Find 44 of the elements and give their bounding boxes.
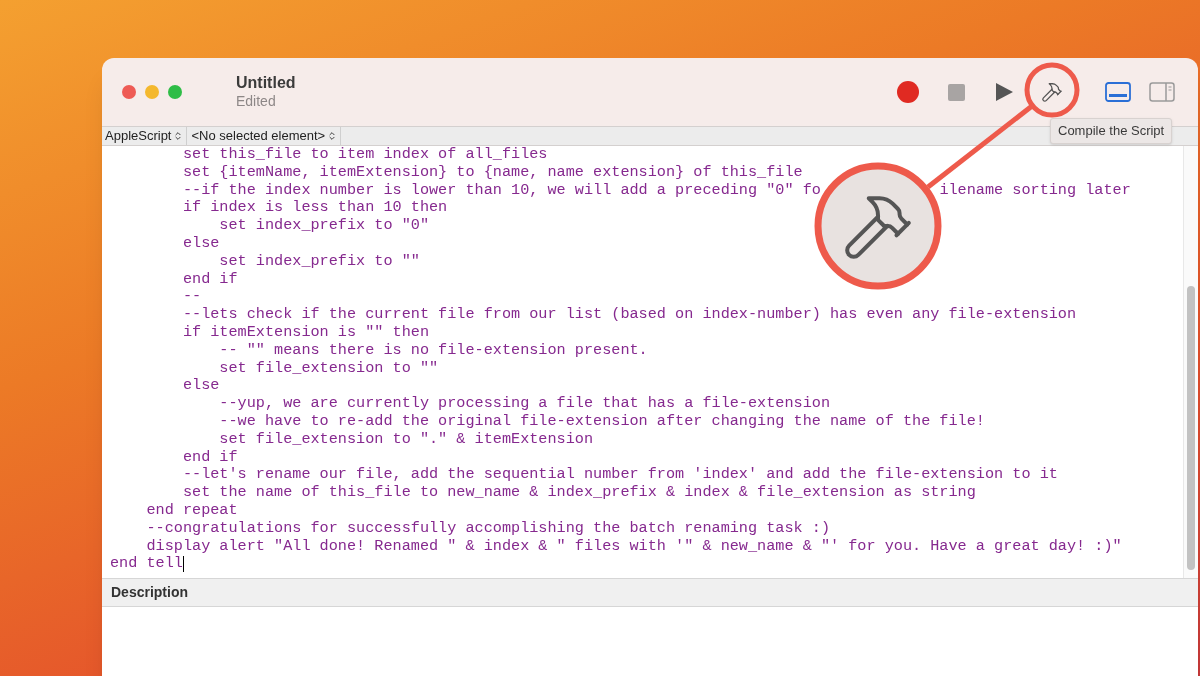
element-popup[interactable]: <No selected element> bbox=[187, 127, 342, 145]
window-subtitle: Edited bbox=[236, 93, 277, 111]
code-line: -- "" means there is no file-extension present. bbox=[218, 341, 648, 360]
code-line: --if the index number is lower than 10, we will add a preceding "0" fo bbox=[181, 181, 821, 200]
code-line: end repeat bbox=[145, 501, 238, 520]
code-line: --congratulations for successfully accomplishing the batch renaming task :) bbox=[145, 519, 830, 538]
code-line: else bbox=[181, 377, 220, 396]
code-line: end if bbox=[181, 448, 238, 467]
code-line: -- bbox=[181, 288, 202, 307]
code-line: else bbox=[181, 235, 220, 253]
code-line: end if bbox=[181, 270, 238, 289]
code-line: display alert "All done! Renamed " & index & " files with '" & new_name & "' for you. Have a great day! :)" bbox=[145, 537, 1122, 556]
code-line: set this_file to item index of all_files bbox=[181, 146, 548, 164]
up-down-chevron-icon bbox=[327, 131, 338, 141]
script-editor[interactable] bbox=[102, 146, 1198, 578]
code-line: set index_prefix to "" bbox=[218, 252, 420, 271]
code-line: set index_prefix to "0" bbox=[219, 217, 429, 235]
bottom-pane-icon bbox=[1105, 82, 1131, 102]
code-line: set {itemName, itemExtension} to {name, name extension} of this_file bbox=[181, 163, 803, 182]
side-pane-icon bbox=[1149, 82, 1175, 102]
language-popup[interactable]: AppleScript bbox=[102, 127, 188, 145]
stop-icon bbox=[947, 83, 965, 101]
code-line: --we have to re-add the original file-extension after changing the name of the file! bbox=[218, 412, 985, 431]
code-line: set file_extension to "" bbox=[219, 359, 439, 378]
up-down-chevron-icon bbox=[173, 131, 184, 141]
code-line: if itemExtension is "" then bbox=[181, 323, 429, 342]
code-line: set file_extension to "." & itemExtension bbox=[218, 430, 594, 449]
tooltip: Compile the Script bbox=[1050, 118, 1173, 144]
code-line: --yup, we are currently processing a file that has a file-extension bbox=[218, 395, 830, 413]
close-window-button[interactable] bbox=[122, 85, 136, 99]
code-line: --lets check if the current file from our list (based on index-number) has even any file-extension bbox=[181, 306, 1077, 324]
minimize-window-button[interactable] bbox=[145, 85, 159, 99]
play-icon bbox=[995, 83, 1013, 101]
scrollbar-thumb[interactable] bbox=[1187, 286, 1195, 570]
record-icon bbox=[897, 81, 919, 103]
code-line: set the name of this_file to new_name & index_prefix & index & file_extension as string bbox=[181, 484, 976, 502]
hammer-icon bbox=[1041, 81, 1063, 103]
description-header: Description bbox=[111, 583, 188, 602]
code-line: end tell bbox=[110, 555, 183, 574]
code-line: ilename sorting later bbox=[939, 181, 1131, 200]
code-line: if index is less than 10 then bbox=[181, 199, 448, 218]
zoom-window-button[interactable] bbox=[168, 85, 182, 99]
code-line: --let's rename our file, add the sequential number from 'index' and add the file-extension to it bbox=[181, 466, 1058, 485]
window-title: Untitled bbox=[236, 73, 296, 94]
